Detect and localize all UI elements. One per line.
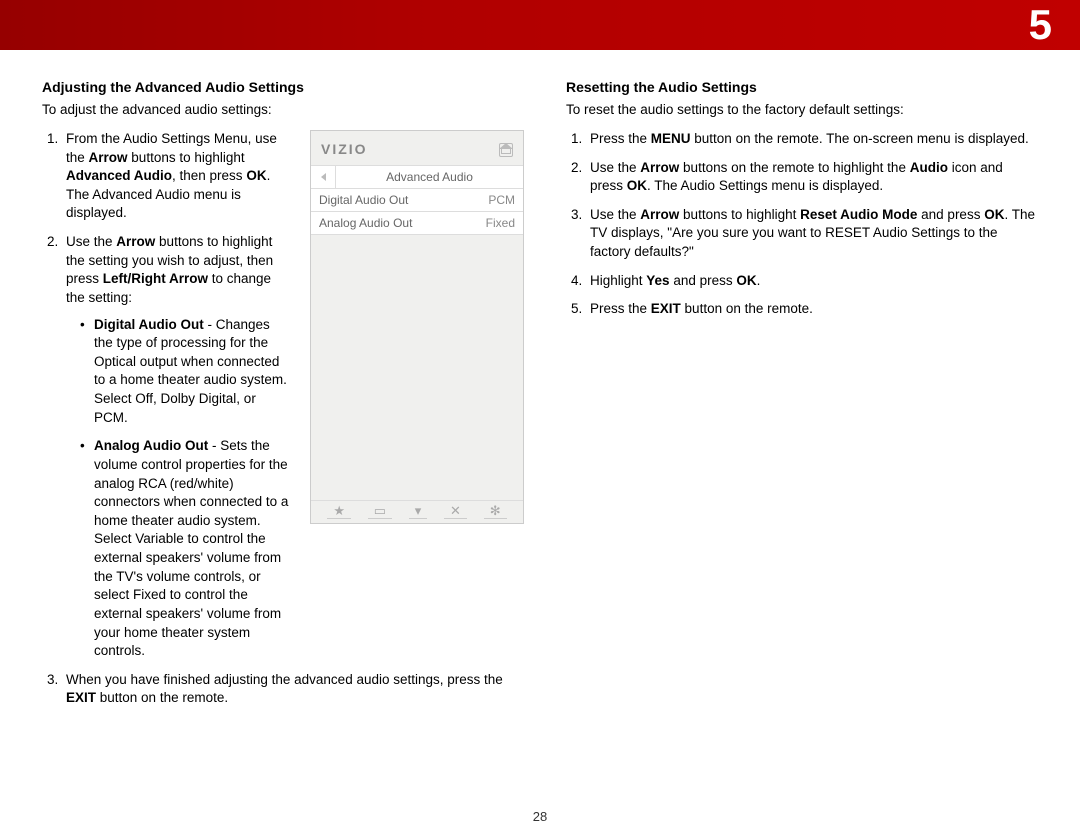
star-icon: ★ [327,504,351,519]
home-icon [499,143,513,157]
bullet-digital-audio: Digital Audio Out - Changes the type of … [80,316,292,428]
right-step-3: Use the Arrow buttons to highlight Reset… [586,206,1038,262]
page-number: 28 [0,809,1080,824]
menu-label: Digital Audio Out [319,192,408,209]
t: Digital Audio Out [94,317,204,332]
t: Analog Audio Out [94,438,208,453]
right-column: Resetting the Audio Settings To reset th… [566,78,1038,834]
vizio-header: VIZIO [311,131,523,165]
menu-value: Fixed [486,215,515,232]
t: OK [627,178,647,193]
t: OK [246,168,266,183]
menu-item-analog-audio: Analog Audio Out Fixed [311,212,523,235]
right-step-4: Highlight Yes and press OK. [586,272,1038,291]
t: - Sets the volume control properties for… [94,438,288,658]
t: Reset Audio Mode [800,207,917,222]
vizio-title: Advanced Audio [336,169,523,186]
t: When you have finished adjusting the adv… [66,672,503,687]
steps-1-2: From the Audio Settings Menu, use the Ar… [42,130,292,671]
t: Arrow [640,207,679,222]
t: button on the remote. [96,690,228,705]
t: , then press [172,168,246,183]
menu-item-digital-audio: Digital Audio Out PCM [311,189,523,212]
t: button on the remote. [681,301,813,316]
t: OK [984,207,1004,222]
vizio-footer: ★ ▭ ▾ ✕ ✻ [311,500,523,523]
right-step-5: Press the EXIT button on the remote. [586,300,1038,319]
t: Use the [590,160,640,175]
wide-icon: ▭ [368,504,392,519]
t: MENU [651,131,691,146]
left-heading: Adjusting the Advanced Audio Settings [42,78,524,97]
right-ordered-list: Press the MENU button on the remote. The… [566,130,1038,319]
t: buttons to highlight [679,207,800,222]
t: . [757,273,761,288]
t: EXIT [651,301,681,316]
left-intro: To adjust the advanced audio settings: [42,101,524,120]
t: and press [670,273,737,288]
t: Arrow [116,234,155,249]
right-intro: To reset the audio settings to the facto… [566,101,1038,120]
v-icon: ▾ [409,504,428,519]
chapter-header: 5 [0,0,1080,50]
gear-icon: ✻ [484,504,507,519]
t: and press [917,207,984,222]
right-step-2: Use the Arrow buttons on the remote to h… [586,159,1038,196]
t: Use the [66,234,116,249]
vizio-title-row: Advanced Audio [311,165,523,189]
t: Highlight [590,273,646,288]
t: Press the [590,301,651,316]
menu-label: Analog Audio Out [319,215,412,232]
t: . The Audio Settings menu is displayed. [647,178,883,193]
t: OK [736,273,756,288]
t: Audio [910,160,948,175]
page-body: Adjusting the Advanced Audio Settings To… [0,50,1080,834]
t: Arrow [89,150,128,165]
right-step-1: Press the MENU button on the remote. The… [586,130,1038,149]
chapter-number: 5 [1029,0,1052,50]
vizio-logo: VIZIO [321,140,368,159]
t: Arrow [640,160,679,175]
x-icon: ✕ [444,504,467,519]
t: Advanced Audio [66,168,172,183]
left-ordered-list-cont: When you have finished adjusting the adv… [42,671,524,718]
t: Left/Right Arrow [103,271,208,286]
t: Yes [646,273,669,288]
t: Use the [590,207,640,222]
left-step-3: When you have finished adjusting the adv… [62,671,524,708]
t: Press the [590,131,651,146]
left-ordered-list: From the Audio Settings Menu, use the Ar… [42,130,292,661]
t: buttons on the remote to highlight the [679,160,909,175]
left-step-1: From the Audio Settings Menu, use the Ar… [62,130,292,223]
right-heading: Resetting the Audio Settings [566,78,1038,97]
vizio-menu: VIZIO Advanced Audio Digital Audio Out P… [310,130,524,524]
left-top-row: From the Audio Settings Menu, use the Ar… [42,130,524,671]
t: buttons to highlight [128,150,245,165]
back-icon [311,166,336,188]
t: button on the remote. The on-screen menu… [691,131,1029,146]
bullet-analog-audio: Analog Audio Out - Sets the volume contr… [80,437,292,661]
t: EXIT [66,690,96,705]
t: - Changes the type of processing for the… [94,317,287,425]
left-bullets: Digital Audio Out - Changes the type of … [66,316,292,661]
menu-value: PCM [488,192,515,209]
left-column: Adjusting the Advanced Audio Settings To… [42,78,524,834]
left-step-2: Use the Arrow buttons to highlight the s… [62,233,292,661]
